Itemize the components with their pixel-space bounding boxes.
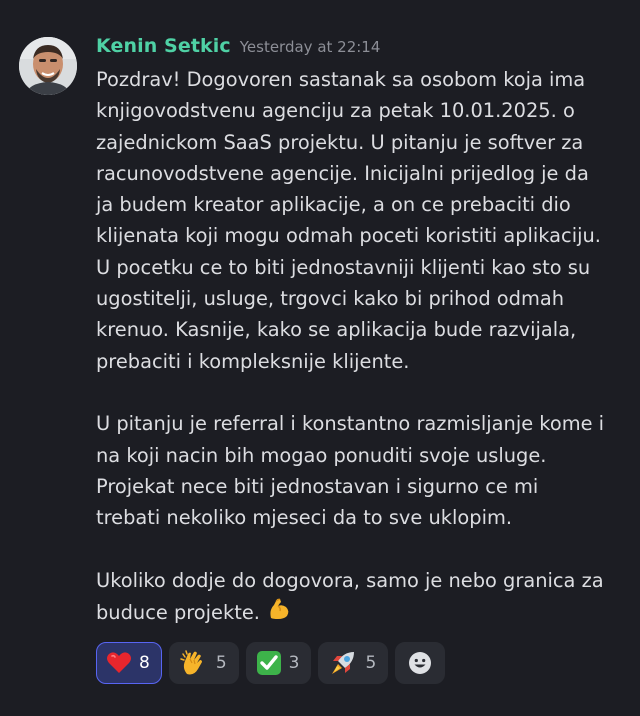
message-line: prebaciti i kompleksnije klijente.: [96, 349, 410, 373]
message-timestamp[interactable]: Yesterday at 22:14: [240, 38, 381, 56]
message-body: Pozdrav! Dogovoren sastanak sa osobom ko…: [96, 64, 636, 631]
message-line: ugostitelji, usluge, trgovci kako bi pri…: [96, 287, 565, 311]
message-paragraph: U pitanju je referral i konstantno razmi…: [96, 408, 636, 533]
message-line: knjigovodstvenu agenciju za petak 10.01.…: [96, 99, 575, 123]
message-paragraph: Pozdrav! Dogovoren sastanak sa osobom ko…: [96, 64, 636, 377]
reaction-rocket[interactable]: 5: [318, 642, 389, 684]
reaction-count: 3: [288, 653, 300, 673]
reaction-count: 5: [215, 653, 227, 673]
add-reaction-button[interactable]: [395, 642, 446, 684]
message-line: ja budem kreator aplikacije, a on ce pre…: [96, 193, 571, 217]
reaction-count: 5: [365, 653, 377, 673]
message-line: U pocetku ce to biti jednostavniji klije…: [96, 255, 591, 279]
reaction-heart[interactable]: 8: [96, 642, 162, 684]
message-line: Pozdrav! Dogovoren sastanak sa osobom ko…: [96, 68, 586, 91]
author-name[interactable]: Kenin Setkic: [96, 35, 231, 57]
clapping-hands-emoji-icon: [180, 650, 202, 675]
flexed-biceps-emoji-icon: [266, 596, 292, 631]
reaction-check[interactable]: 3: [245, 642, 312, 684]
chat-message: Kenin Setkic Yesterday at 22:14 Pozdrav!…: [0, 0, 640, 716]
message-line-text: buduce projekte.: [96, 601, 260, 625]
message-line: zajednickom SaaS projektu. U pitanju je …: [96, 130, 584, 154]
reaction-bar: 8 5 3 5: [96, 642, 446, 684]
smiley-face-icon: [409, 652, 432, 674]
avatar[interactable]: [19, 37, 77, 95]
message-line: racunovodstvene agencije. Inicijalni pri…: [96, 161, 589, 185]
message-paragraph: Ukoliko dodje do dogovora, samo je nebo …: [96, 565, 636, 632]
check-mark-button-emoji-icon: [256, 651, 281, 675]
message-line-last: buduce projekte.: [96, 596, 636, 631]
message-line: na koji nacin bih mogao ponuditi svoje u…: [96, 443, 547, 467]
message-header: Kenin Setkic Yesterday at 22:14: [96, 35, 380, 63]
rocket-emoji-icon: [332, 652, 355, 674]
message-line: Ukoliko dodje do dogovora, samo je nebo …: [96, 568, 604, 592]
message-line: klijenata koji mogu odmah poceti koristi…: [96, 224, 601, 248]
red-heart-emoji-icon: [107, 652, 131, 673]
avatar-photo-icon: [19, 37, 77, 95]
reaction-count: 8: [139, 653, 150, 673]
reaction-clap[interactable]: 5: [168, 642, 239, 684]
message-line: Projekat nece biti jednostavan i sigurno…: [96, 474, 539, 498]
message-line: krenuo. Kasnije, kako se aplikacija bude…: [96, 318, 577, 342]
message-line: U pitanju je referral i konstantno razmi…: [96, 412, 605, 436]
message-line: trebati nekoliko mjeseci da to sve uklop…: [96, 506, 513, 530]
